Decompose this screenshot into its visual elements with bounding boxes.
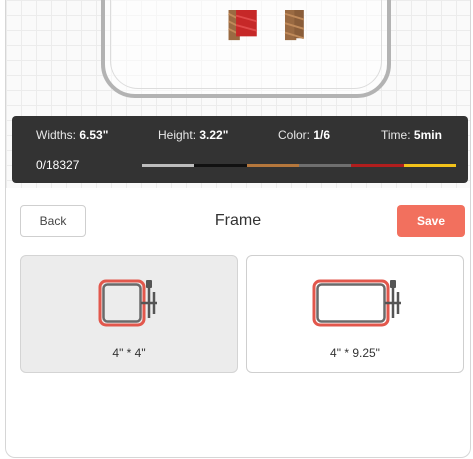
rectangular-hoop-icon	[312, 279, 401, 327]
design-canvas[interactable]: Widths: 6.53" Height: 3.22" Color: 1/6 T…	[6, 0, 470, 188]
thread-color-swatch	[246, 164, 299, 167]
frame-option-4x4[interactable]: 4" * 4"	[20, 255, 238, 373]
height-label: Height:	[158, 128, 200, 142]
color-value: 1/6	[313, 128, 331, 142]
frame-label-4x9-25: 4" * 9.25"	[330, 346, 380, 360]
frame-header: Back Frame Save	[6, 204, 470, 240]
thread-color-swatch	[403, 164, 456, 167]
widths-label: Widths:	[36, 128, 80, 142]
embroidery-design-preview	[228, 10, 305, 41]
frame-label-4x4: 4" * 4"	[112, 346, 146, 360]
color-label: Color:	[278, 128, 314, 142]
save-button[interactable]: Save	[397, 205, 465, 237]
time-value: 5min	[413, 128, 442, 142]
widths-value: 6.53"	[79, 128, 109, 142]
time-label: Time:	[381, 128, 414, 142]
thread-color-swatch	[142, 164, 195, 167]
thread-color-strip	[142, 164, 456, 167]
height-value: 3.22"	[199, 128, 229, 142]
thread-color-swatch	[351, 164, 404, 167]
height-info: Height: 3.22"	[158, 128, 228, 142]
app-window: Widths: 6.53" Height: 3.22" Color: 1/6 T…	[5, 0, 471, 458]
color-info: Color: 1/6	[278, 128, 330, 142]
thread-color-swatch	[194, 164, 247, 167]
time-info: Time: 5min	[381, 128, 442, 142]
square-hoop-icon	[98, 279, 157, 327]
frame-option-4x9-25[interactable]: 4" * 9.25"	[246, 255, 464, 373]
design-info-bar: Widths: 6.53" Height: 3.22" Color: 1/6 T…	[12, 116, 468, 183]
stitch-count: 0/18327	[36, 158, 80, 172]
widths-info: Widths: 6.53"	[36, 128, 108, 142]
thread-color-swatch	[298, 164, 352, 167]
